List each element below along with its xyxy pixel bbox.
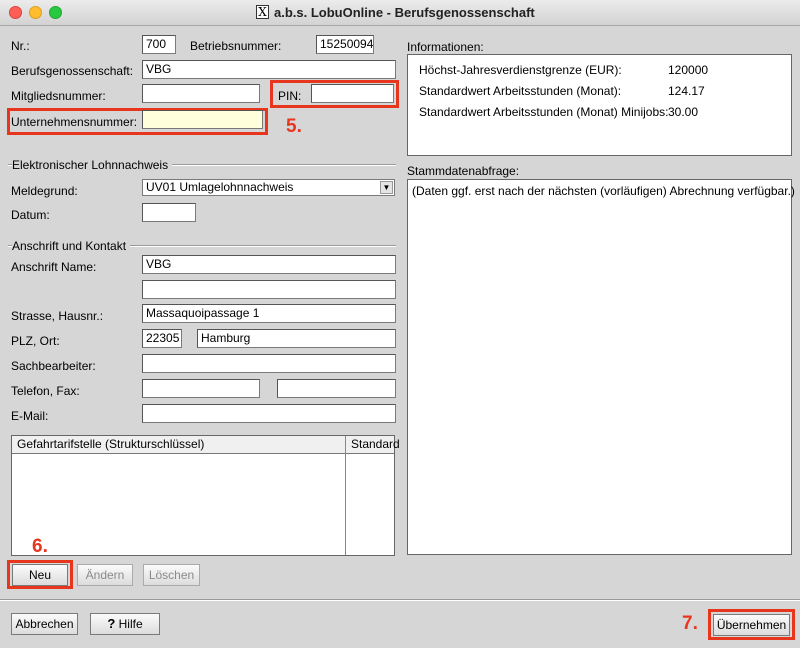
strasse-input[interactable]: Massaquoipassage 1 (142, 304, 396, 323)
neu-button[interactable]: Neu (12, 564, 68, 586)
info-value-minijobs: 30.00 (668, 105, 699, 119)
info-label-minijobs: Standardwert Arbeitsstunden (Monat) Mini… (419, 105, 669, 119)
anschrift-section-title: Anschrift und Kontakt (12, 239, 131, 253)
nr-label: Nr.: (11, 39, 30, 53)
annotation-5: 5. (286, 116, 302, 137)
informationen-panel: Höchst-Jahresverdienstgrenze (EUR): 1200… (407, 54, 792, 156)
sachbearbeiter-label: Sachbearbeiter: (11, 359, 96, 373)
email-input[interactable] (142, 404, 396, 423)
datum-label: Datum: (11, 208, 50, 222)
anschrift-name-input[interactable]: VBG (142, 255, 396, 274)
unternehmensnummer-label: Unternehmensnummer: (11, 115, 138, 129)
aendern-button[interactable]: Ändern (77, 564, 133, 586)
nr-input[interactable]: 700 (142, 35, 176, 54)
x11-app-icon: X (256, 5, 269, 19)
help-question-icon: ? (107, 616, 116, 631)
dropdown-arrow-icon[interactable]: ▼ (380, 181, 393, 194)
annotation-7: 7. (682, 613, 698, 634)
uebernehmen-button[interactable]: Übernehmen (713, 614, 790, 636)
maximize-window-button[interactable] (49, 6, 62, 19)
telefon-input[interactable] (142, 379, 260, 398)
close-window-button[interactable] (9, 6, 22, 19)
info-value-arbeitsstunden: 124.17 (668, 84, 705, 98)
datum-input[interactable] (142, 203, 196, 222)
minimize-window-button[interactable] (29, 6, 42, 19)
footer-divider (0, 599, 800, 601)
plz-input[interactable]: 22305 (142, 329, 182, 348)
info-label-verdienstgrenze: Höchst-Jahresverdienstgrenze (EUR): (419, 63, 622, 77)
title-bar: X a.b.s. LobuOnline - Berufsgenossenscha… (0, 0, 800, 26)
mitgliedsnummer-input[interactable] (142, 84, 260, 103)
plz-ort-label: PLZ, Ort: (11, 334, 60, 348)
betriebsnummer-input[interactable]: 15250094 (316, 35, 374, 54)
pin-label: PIN: (278, 89, 302, 103)
fax-input[interactable] (277, 379, 396, 398)
anschrift-name2-input[interactable] (142, 280, 396, 299)
hilfe-button[interactable]: ? Hilfe (90, 613, 160, 635)
meldegrund-value: UV01 Umlagelohnnachweis (146, 180, 294, 194)
unternehmensnummer-input[interactable] (142, 110, 263, 129)
abbrechen-button[interactable]: Abbrechen (11, 613, 78, 635)
meldegrund-label: Meldegrund: (11, 184, 78, 198)
mitgliedsnummer-label: Mitgliedsnummer: (11, 89, 106, 103)
berufsgenossenschaft-input[interactable]: VBG (142, 60, 396, 79)
column-header-standard[interactable]: Standard (346, 436, 400, 454)
telefon-fax-label: Telefon, Fax: (11, 384, 80, 398)
sachbearbeiter-input[interactable] (142, 354, 396, 373)
annotation-6: 6. (32, 536, 48, 557)
pin-input[interactable] (311, 84, 394, 103)
lohnnachweis-section-title: Elektronischer Lohnnachweis (12, 158, 173, 172)
betriebsnummer-label: Betriebsnummer: (190, 39, 282, 53)
info-value-verdienstgrenze: 120000 (668, 63, 709, 77)
strasse-label: Strasse, Hausnr.: (11, 309, 104, 323)
info-label-arbeitsstunden: Standardwert Arbeitsstunden (Monat): (419, 84, 622, 98)
anschrift-name-label: Anschrift Name: (11, 260, 97, 274)
meldegrund-select[interactable]: UV01 Umlagelohnnachweis ▼ (142, 179, 395, 196)
hilfe-label: Hilfe (118, 617, 143, 631)
informationen-title: Informationen: (407, 40, 484, 54)
stammdaten-text: (Daten ggf. erst nach der nächsten (vorl… (412, 184, 795, 198)
email-label: E-Mail: (11, 409, 49, 423)
stammdaten-title: Stammdatenabfrage: (407, 164, 520, 178)
berufsgenossenschaft-label: Berufsgenossenschaft: (11, 64, 134, 78)
window-title: a.b.s. LobuOnline - Berufsgenossenschaft (274, 5, 535, 20)
gefahrtarif-table[interactable]: Gefahrtarifstelle (Strukturschlüssel) St… (11, 435, 400, 556)
column-header-gefahrtarifstelle[interactable]: Gefahrtarifstelle (Strukturschlüssel) (12, 436, 345, 454)
loeschen-button[interactable]: Löschen (143, 564, 200, 586)
ort-input[interactable]: Hamburg (197, 329, 396, 348)
stammdaten-panel[interactable]: (Daten ggf. erst nach der nächsten (vorl… (407, 179, 795, 555)
